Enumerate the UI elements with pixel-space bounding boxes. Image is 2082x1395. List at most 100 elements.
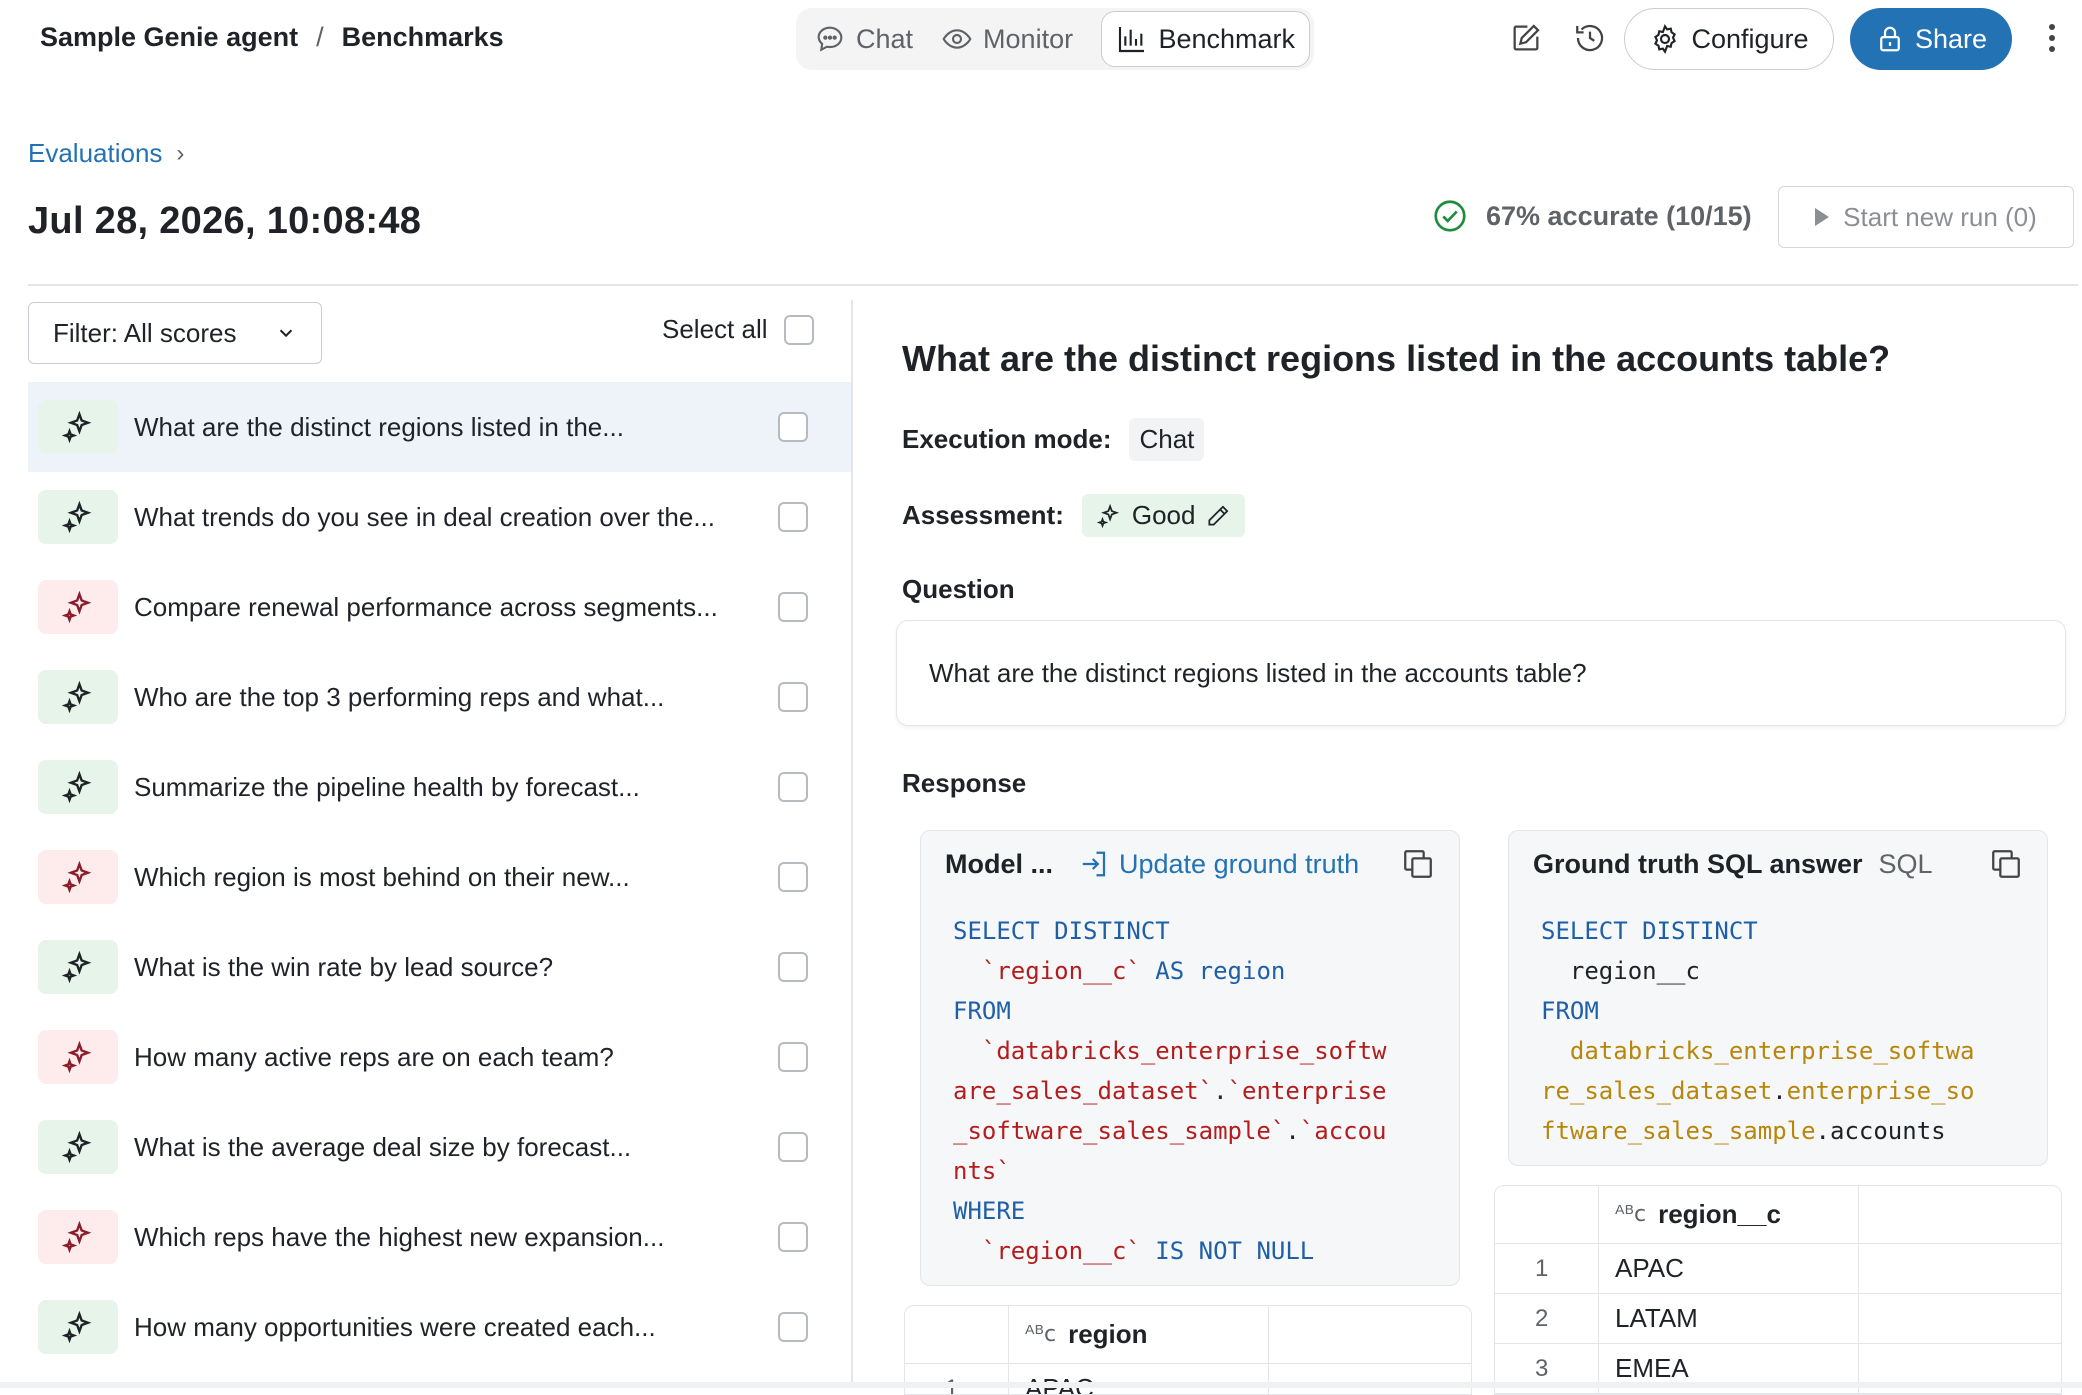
index-column-header [905,1306,1009,1363]
select-all-label: Select all [662,314,768,344]
question-list-item[interactable]: How many active reps are on each team? [28,1012,852,1102]
question-checkbox[interactable] [778,502,808,532]
copy-icon[interactable] [1989,847,2023,881]
check-circle-icon [1434,200,1466,232]
row-index: 2 [1495,1294,1599,1343]
configure-button[interactable]: Configure [1624,8,1834,70]
gear-icon [1654,24,1677,54]
pencil-icon[interactable] [1205,503,1231,529]
question-list-item[interactable]: Compare renewal performance across segme… [28,562,852,652]
question-list-item[interactable]: What is the win rate by lead source? [28,922,852,1012]
question-checkbox[interactable] [778,592,808,622]
ground-truth-title: Ground truth SQL answer [1533,848,1863,879]
question-checkbox[interactable] [778,772,808,802]
question-list-item[interactable]: What trends do you see in deal creation … [28,472,852,562]
agent-name-link[interactable]: Sample Genie agent [40,22,298,53]
score-good-badge [38,400,118,454]
score-good-badge [38,490,118,544]
question-checkbox[interactable] [778,412,808,442]
question-checkbox[interactable] [778,682,808,712]
more-options-icon[interactable] [2040,18,2064,58]
row-value: APAC [1599,1244,1859,1293]
question-text: Summarize the pipeline health by forecas… [134,772,640,802]
question-list-item[interactable]: How many opportunities were created each… [28,1282,852,1372]
page-title: Jul 28, 2026, 10:08:48 [28,200,422,242]
model-sql-header: Model ... Update ground truth [921,831,1459,897]
question-list-item[interactable]: Which reps have the highest new expansio… [28,1192,852,1282]
question-checkbox[interactable] [778,952,808,982]
tab-monitor-label: Monitor [983,23,1074,54]
ground-truth-code: SELECT DISTINCT region__c FROM databrick… [1541,917,1975,1145]
index-column-header [1495,1186,1599,1243]
question-text: What is the average deal size by forecas… [134,1132,632,1162]
breadcrumb: Evaluations › [28,138,184,169]
question-list-item[interactable]: What is the average deal size by forecas… [28,1102,852,1192]
question-card: What are the distinct regions listed in … [896,620,2066,726]
tab-monitor[interactable]: Monitor [927,11,1087,67]
select-all-checkbox[interactable] [783,314,814,345]
table-row: 2 LATAM [1495,1294,2061,1344]
score-bad-badge [38,580,118,634]
edit-button[interactable] [1506,18,1546,58]
model-sql-title: Model ... [945,848,1053,879]
mode-switcher: Chat Monitor Benchmark [796,8,1314,70]
score-good-badge [38,1300,118,1354]
share-label: Share [1914,23,1988,54]
execution-mode-label: Execution mode: [902,424,1112,454]
edit-icon [1513,24,1540,51]
lock-icon [1880,26,1900,52]
assessment-badge[interactable]: Good [1081,494,1246,537]
sparkle-icon [61,500,92,534]
chevron-right-icon: › [176,139,185,167]
question-list-item[interactable]: Which region is most behind on their new… [28,832,852,922]
import-icon [1082,851,1106,877]
question-text: Compare renewal performance across segme… [134,592,718,622]
response-section-label: Response [902,768,1027,798]
assessment-value: Good [1131,500,1196,530]
start-new-run-button[interactable]: Start new run (0) [1778,186,2074,248]
assessment-label: Assessment: [902,500,1064,530]
string-type-icon: ᴬᴮc [1615,1202,1647,1227]
share-button[interactable]: Share [1850,8,2012,70]
question-list-pane: Filter: All scores Select all What are t… [28,286,852,1388]
copy-icon[interactable] [1401,847,1435,881]
question-checkbox[interactable] [778,1312,808,1342]
update-ground-truth-label: Update ground truth [1119,848,1360,879]
breadcrumb-separator: / [316,22,324,52]
history-button[interactable] [1570,18,1610,58]
evaluations-link[interactable]: Evaluations [28,138,162,169]
question-list-item[interactable]: Who are the top 3 performing reps and wh… [28,652,852,742]
pane-divider[interactable] [851,300,853,1388]
tab-benchmark-label: Benchmark [1158,23,1295,54]
score-good-badge [38,1120,118,1174]
question-checkbox[interactable] [778,862,808,892]
sparkle-icon [61,950,92,984]
row-value: LATAM [1599,1294,1859,1343]
string-type-icon: ᴬᴮc [1025,1322,1057,1347]
tab-chat[interactable]: Chat [800,11,927,67]
configure-label: Configure [1691,23,1809,54]
question-text: What are the distinct regions listed in … [929,657,1587,688]
question-list-item[interactable]: What are the distinct regions listed in … [28,382,852,472]
assessment: Assessment: Good [902,494,1246,537]
sparkle-icon [61,1130,92,1164]
score-bad-badge [38,1030,118,1084]
filter-dropdown[interactable]: Filter: All scores [28,302,322,364]
question-checkbox[interactable] [778,1132,808,1162]
tab-benchmark[interactable]: Benchmark [1101,11,1310,67]
question-text: What is the win rate by lead source? [134,952,554,982]
region-column-header[interactable]: ᴬᴮc region [1009,1306,1269,1363]
eye-icon [942,29,972,49]
question-checkbox[interactable] [778,1222,808,1252]
question-list-item[interactable]: Summarize the pipeline health by forecas… [28,742,852,832]
question-text: Which region is most behind on their new… [134,862,630,892]
play-icon [1815,208,1830,226]
sparkle-icon [61,860,92,894]
accuracy-status: 67% accurate (10/15) [1432,198,1752,234]
sparkle-icon [61,590,92,624]
region-column-label: region [1068,1319,1148,1349]
update-ground-truth-button[interactable]: Update ground truth [1079,849,1359,880]
region-c-column-header[interactable]: ᴬᴮc region__c [1599,1186,1859,1243]
history-icon [1576,24,1604,52]
question-checkbox[interactable] [778,1042,808,1072]
